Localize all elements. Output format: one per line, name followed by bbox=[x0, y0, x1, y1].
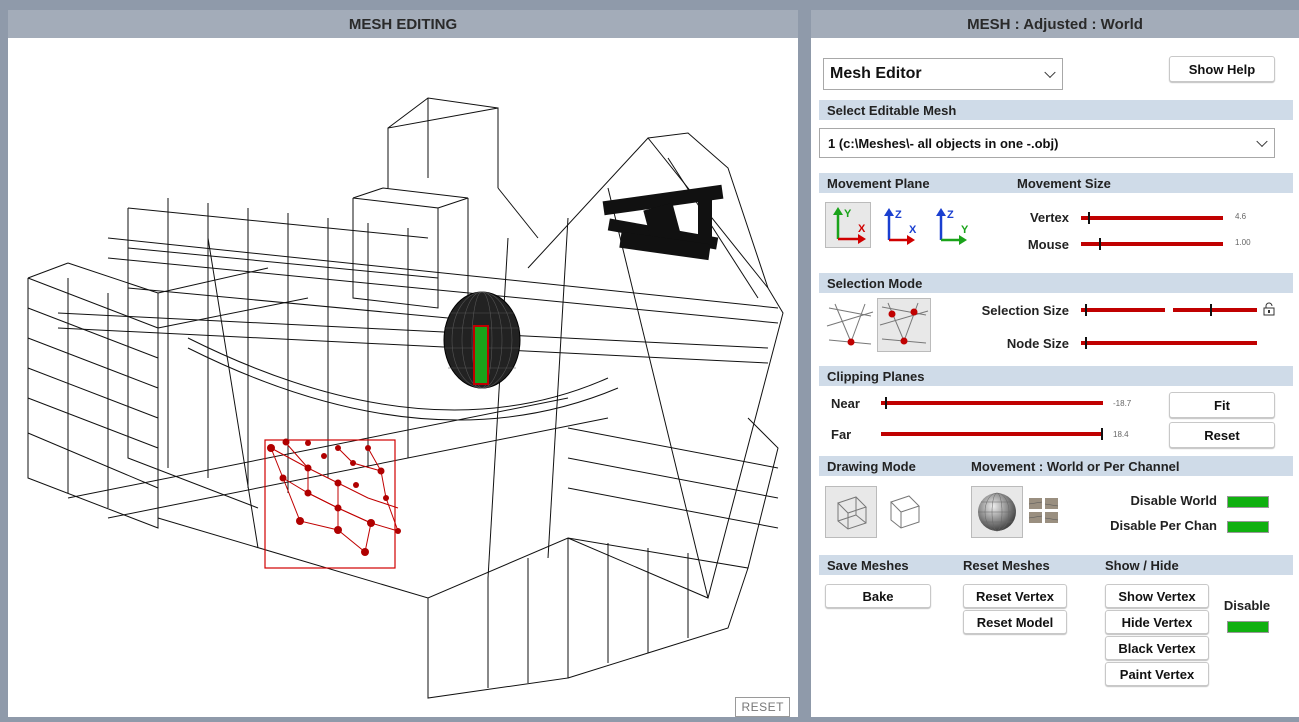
mouse-slider[interactable] bbox=[1081, 238, 1223, 250]
selection-mode-header: Selection Mode bbox=[827, 276, 923, 291]
viewport-reset-button[interactable]: RESET bbox=[735, 697, 790, 717]
selection-header: Selection Mode bbox=[819, 273, 1293, 293]
mesh-editing-panel: MESH EDITING RESET bbox=[8, 10, 798, 717]
solid-mode-icon[interactable] bbox=[879, 486, 929, 536]
mouse-label: Mouse bbox=[1027, 237, 1069, 252]
clipping-header: Clipping Planes bbox=[819, 366, 1293, 386]
yx-plane-icon[interactable]: Y X bbox=[825, 202, 871, 248]
reset-vertex-button[interactable]: Reset Vertex bbox=[963, 584, 1067, 608]
node-size-label: Node Size bbox=[1006, 336, 1069, 351]
mesh-viewport[interactable]: RESET bbox=[8, 38, 798, 717]
zx-plane-icon[interactable]: Z X bbox=[877, 204, 921, 248]
reset-clipping-button[interactable]: Reset bbox=[1169, 422, 1275, 448]
movement-size-header: Movement Size bbox=[1017, 176, 1111, 191]
node-size-slider[interactable] bbox=[1081, 337, 1257, 349]
show-vertex-button[interactable]: Show Vertex bbox=[1105, 584, 1209, 608]
selection-size-knob-a[interactable] bbox=[1085, 304, 1087, 316]
black-vertex-button[interactable]: Black Vertex bbox=[1105, 636, 1209, 660]
mouse-slider-knob[interactable] bbox=[1099, 238, 1101, 250]
fit-button[interactable]: Fit bbox=[1169, 392, 1275, 418]
disable-show-hide-toggle[interactable] bbox=[1227, 621, 1269, 633]
disable-per-chan-label: Disable Per Chan bbox=[1110, 518, 1217, 533]
editor-select-value: Mesh Editor bbox=[830, 65, 922, 82]
far-slider[interactable] bbox=[881, 428, 1103, 440]
near-slider[interactable] bbox=[881, 397, 1103, 409]
clipping-planes-header: Clipping Planes bbox=[827, 369, 925, 384]
near-label: Near bbox=[831, 396, 860, 411]
svg-text:X: X bbox=[909, 224, 917, 236]
disable-show-hide-label: Disable bbox=[1223, 598, 1271, 613]
text-mesh bbox=[602, 184, 724, 261]
reset-meshes-header: Reset Meshes bbox=[963, 558, 1050, 573]
world-sphere-icon[interactable] bbox=[971, 486, 1023, 538]
drawing-mode-header: Drawing Mode bbox=[827, 459, 916, 474]
svg-text:Y: Y bbox=[961, 224, 969, 236]
vertex-slider-knob[interactable] bbox=[1088, 212, 1090, 224]
lock-icon[interactable] bbox=[1263, 302, 1275, 316]
selection-size-knob-b[interactable] bbox=[1210, 304, 1212, 316]
vertex-label: Vertex bbox=[1029, 210, 1069, 225]
disable-world-label: Disable World bbox=[1130, 493, 1217, 508]
vertex-select-icon[interactable] bbox=[877, 298, 931, 352]
svg-text:Y: Y bbox=[844, 208, 852, 220]
edge-select-icon[interactable] bbox=[825, 300, 875, 350]
far-label: Far bbox=[831, 427, 852, 442]
chevron-down-icon bbox=[1044, 66, 1056, 79]
reset-model-button[interactable]: Reset Model bbox=[963, 610, 1067, 634]
editor-select[interactable]: Mesh Editor bbox=[823, 58, 1063, 90]
vertex-selection[interactable] bbox=[264, 438, 401, 569]
mouse-value: 1.00 bbox=[1235, 238, 1251, 247]
show-hide-header: Show / Hide bbox=[1105, 558, 1179, 573]
disable-per-chan-toggle[interactable] bbox=[1227, 521, 1269, 533]
selection-size-slider-b[interactable] bbox=[1173, 304, 1257, 316]
wireframe-mesh[interactable] bbox=[8, 38, 798, 717]
mesh-settings-panel: MESH : Adjusted : World Mesh Editor Show… bbox=[811, 10, 1299, 717]
wireframe-mode-icon[interactable] bbox=[825, 486, 877, 538]
node-size-knob[interactable] bbox=[1085, 337, 1087, 349]
mesh-settings-title: MESH : Adjusted : World bbox=[811, 10, 1299, 38]
svg-text:X: X bbox=[858, 223, 866, 235]
selection-size-label: Selection Size bbox=[981, 303, 1069, 318]
far-value: 18.4 bbox=[1113, 430, 1129, 439]
svg-text:Z: Z bbox=[947, 209, 954, 221]
per-channel-grid-icon[interactable] bbox=[1027, 496, 1061, 526]
bake-button[interactable]: Bake bbox=[825, 584, 931, 608]
drawing-header: Drawing Mode Movement : World or Per Cha… bbox=[819, 456, 1293, 476]
show-help-button[interactable]: Show Help bbox=[1169, 56, 1275, 82]
far-slider-knob[interactable] bbox=[1101, 428, 1103, 440]
mesh-editing-title: MESH EDITING bbox=[8, 10, 798, 38]
vertex-slider[interactable] bbox=[1081, 212, 1223, 224]
svg-text:Z: Z bbox=[895, 209, 902, 221]
paint-vertex-button[interactable]: Paint Vertex bbox=[1105, 662, 1209, 686]
select-mesh-header: Select Editable Mesh bbox=[819, 100, 1293, 120]
save-meshes-header: Save Meshes bbox=[827, 558, 909, 573]
movement-header: Movement Plane Movement Size bbox=[819, 173, 1293, 193]
movement-plane-header: Movement Plane bbox=[827, 176, 930, 191]
head-mesh bbox=[443, 291, 521, 389]
bottom-header: Save Meshes Reset Meshes Show / Hide bbox=[819, 555, 1293, 575]
movement-world-header: Movement : World or Per Channel bbox=[971, 459, 1180, 474]
mesh-select-value: 1 (c:\Meshes\- all objects in one -.obj) bbox=[828, 135, 1059, 151]
vertex-value: 4.6 bbox=[1235, 212, 1247, 221]
disable-world-toggle[interactable] bbox=[1227, 496, 1269, 508]
hide-vertex-button[interactable]: Hide Vertex bbox=[1105, 610, 1209, 634]
near-slider-knob[interactable] bbox=[885, 397, 887, 409]
near-value: -18.7 bbox=[1113, 399, 1132, 408]
chevron-down-icon bbox=[1256, 135, 1268, 148]
mesh-select[interactable]: 1 (c:\Meshes\- all objects in one -.obj) bbox=[819, 128, 1275, 158]
zy-plane-icon[interactable]: Z Y bbox=[929, 204, 973, 248]
selection-size-slider-a[interactable] bbox=[1081, 304, 1165, 316]
select-mesh-header-label: Select Editable Mesh bbox=[827, 103, 957, 118]
